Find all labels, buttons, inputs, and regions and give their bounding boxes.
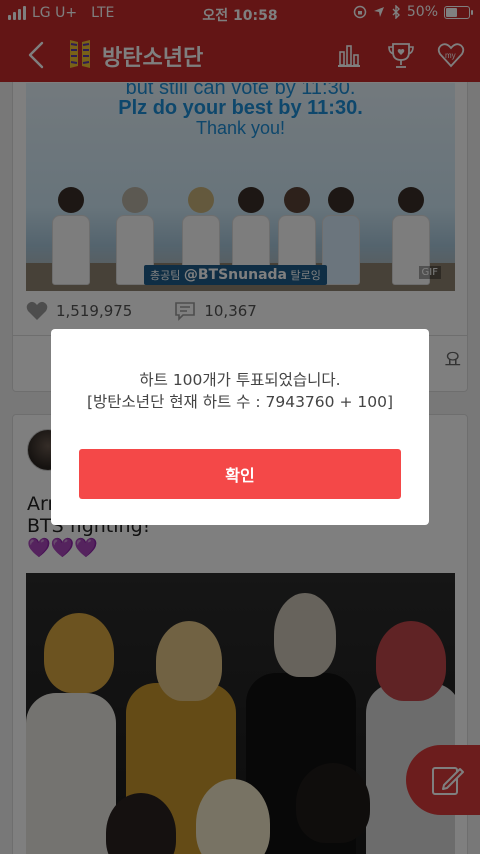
- dialog-line: [방탄소년단 현재 하트 수 : 7943760 + 100]: [86, 393, 393, 411]
- dialog-message: 하트 100개가 투표되었습니다. [방탄소년단 현재 하트 수 : 79437…: [51, 369, 429, 413]
- confirm-button[interactable]: 확인: [79, 449, 401, 499]
- vote-confirm-dialog: 하트 100개가 투표되었습니다. [방탄소년단 현재 하트 수 : 79437…: [51, 329, 429, 525]
- dialog-line: 하트 100개가 투표되었습니다.: [139, 371, 341, 389]
